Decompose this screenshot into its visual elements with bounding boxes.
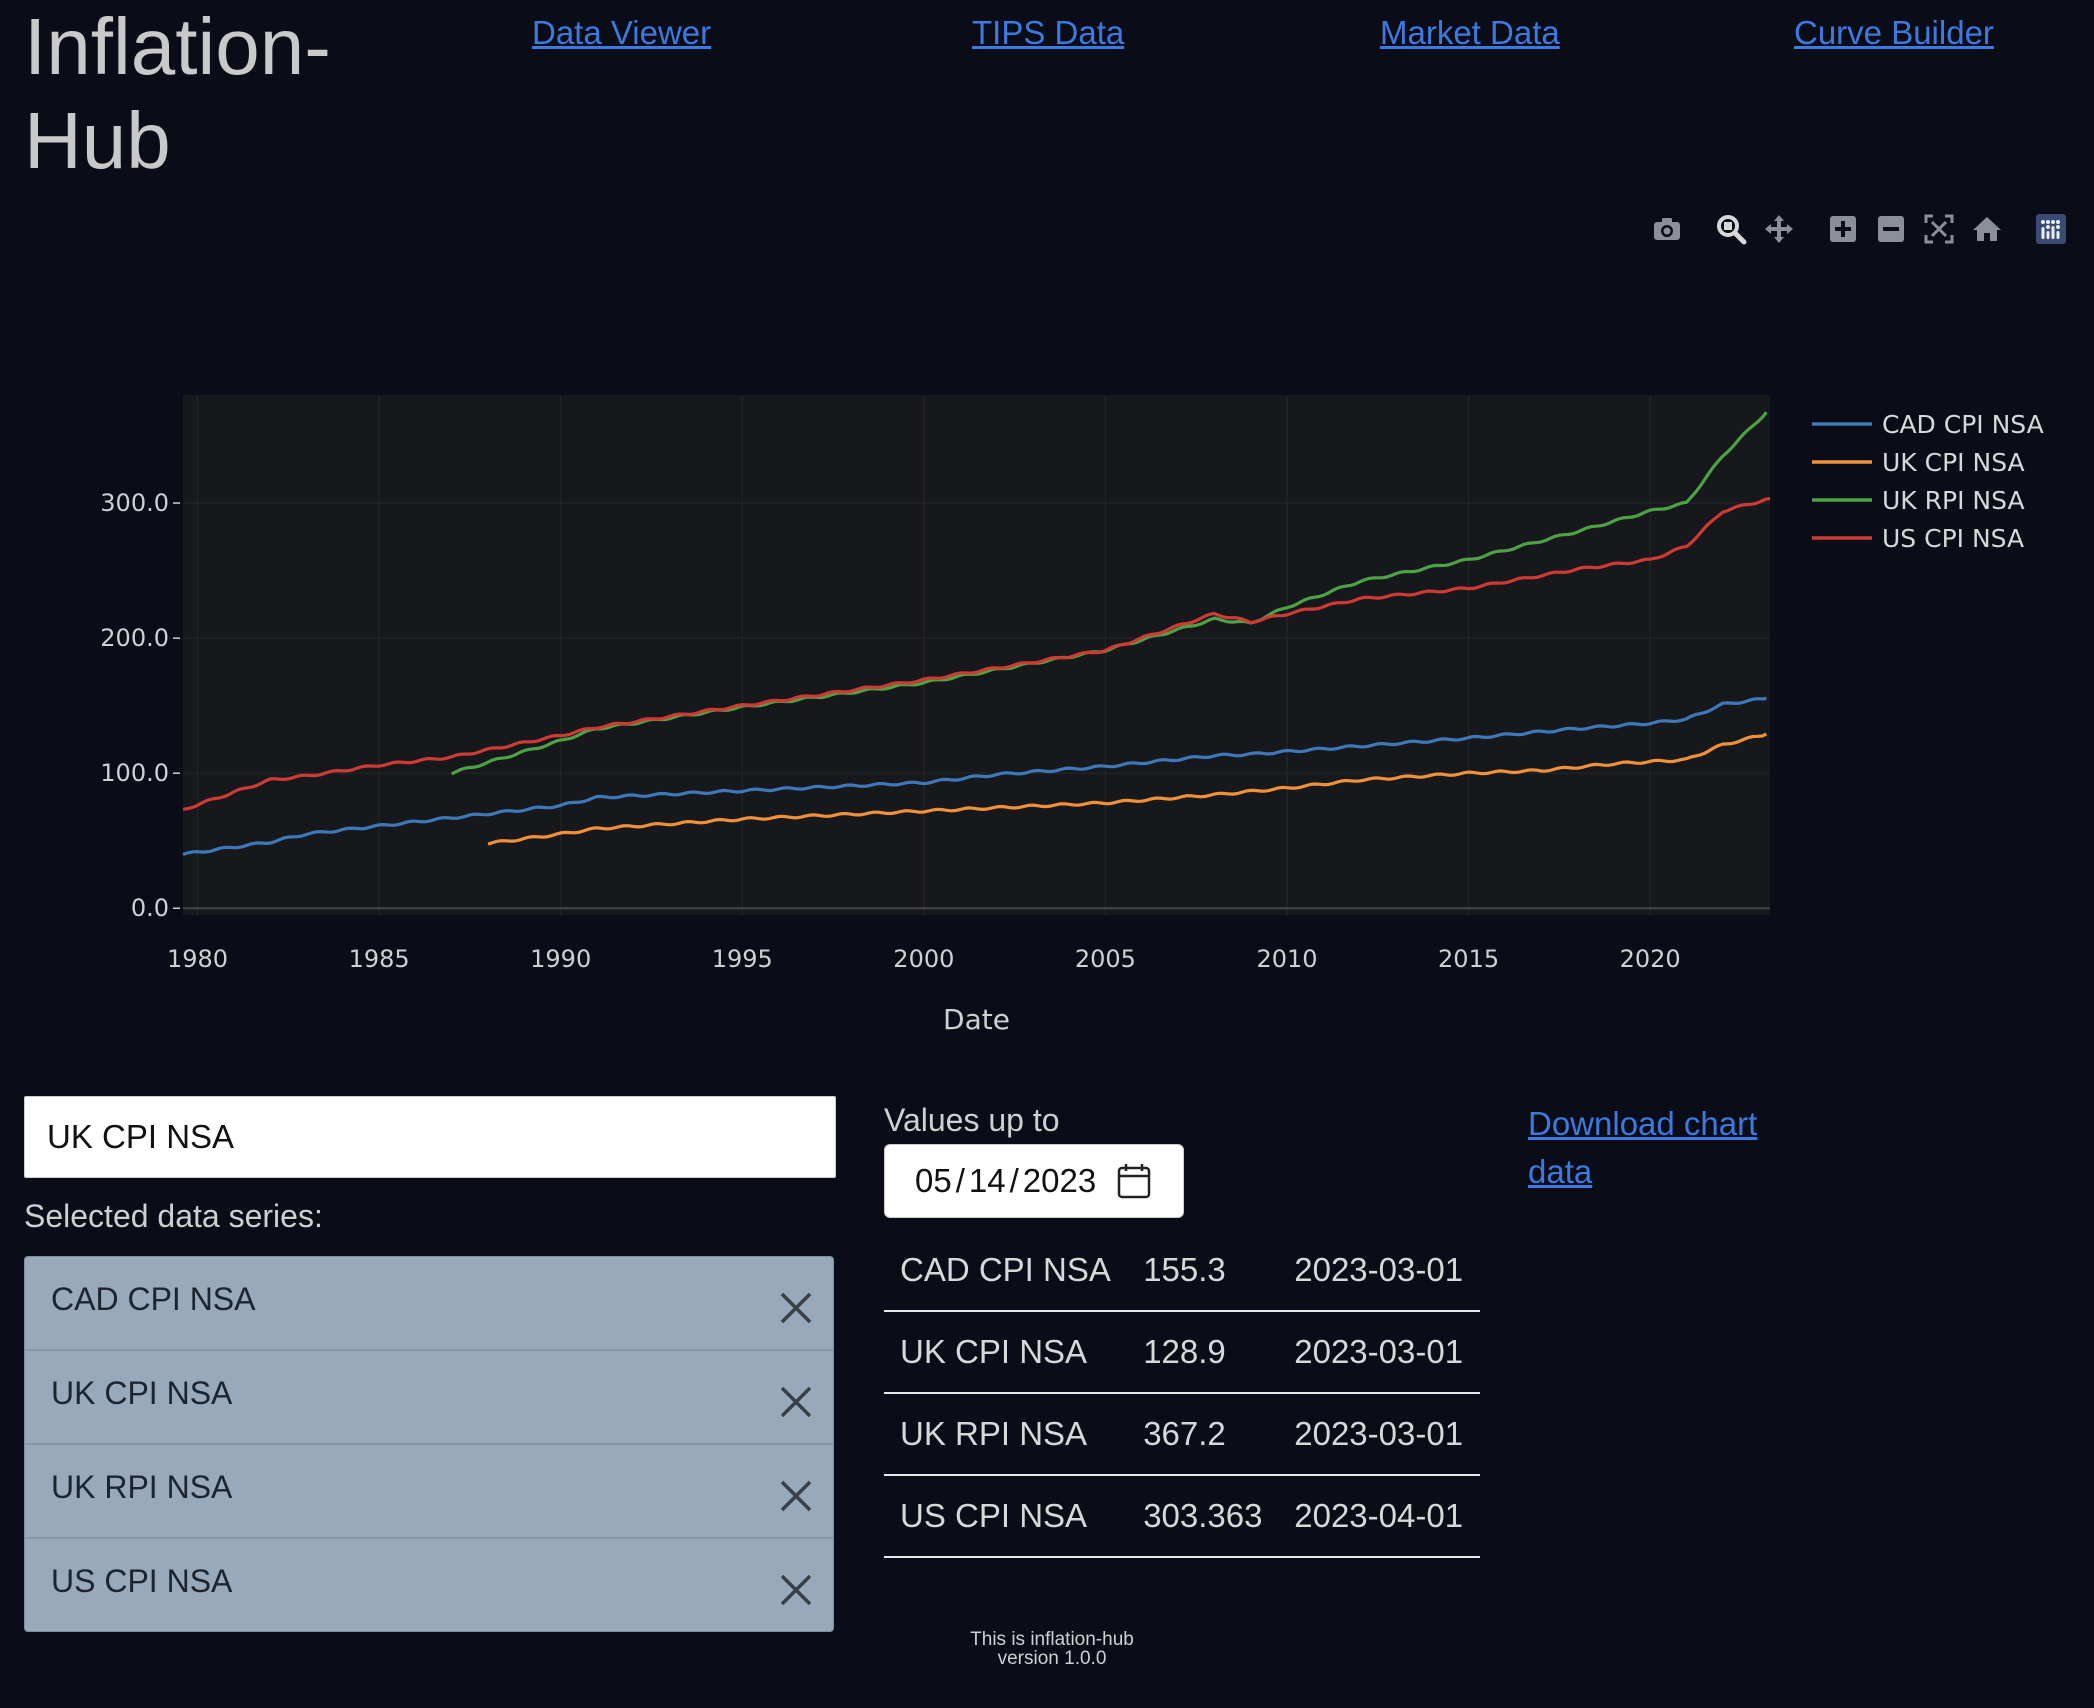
x-tick-label: 2015 <box>1438 945 1499 973</box>
table-row: UK RPI NSA 367.2 2023-03-01 <box>884 1393 1480 1476</box>
x-axis-title: Date <box>943 1003 1010 1036</box>
nav-curve-builder[interactable]: Curve Builder <box>1794 14 1994 52</box>
calendar-icon[interactable] <box>1117 1163 1151 1199</box>
x-tick-label: 1995 <box>712 945 773 973</box>
chart-svg: 1980 1985 1990 1995 2000 2005 2010 2015 2020 0.0 1… <box>100 395 2044 1036</box>
nav-tips-data[interactable]: TIPS Data <box>972 14 1124 52</box>
x-tick-label: 2000 <box>893 945 954 973</box>
nav-market-data[interactable]: Market Data <box>1380 14 1560 52</box>
zoom-out-icon[interactable] <box>1872 210 1910 248</box>
legend-label: UK CPI NSA <box>1882 448 2025 477</box>
selected-series-list: CAD CPI NSA UK CPI NSA UK RPI NSA US CPI… <box>24 1256 834 1632</box>
date-separator: / <box>955 1162 965 1199</box>
selected-series-label: Selected data series: <box>24 1198 323 1234</box>
legend-label: US CPI NSA <box>1882 524 2024 553</box>
camera-icon[interactable] <box>1648 210 1686 248</box>
date-cell: 2023-03-01 <box>1274 1230 1480 1312</box>
latest-values-table: CAD CPI NSA 155.3 2023-03-01 UK CPI NSA … <box>884 1230 1480 1558</box>
legend-label: UK RPI NSA <box>1882 486 2025 515</box>
series-item-label: CAD CPI NSA <box>51 1281 256 1317</box>
value-cell: 128.9 <box>1131 1311 1275 1394</box>
zoom-icon[interactable] <box>1712 210 1750 248</box>
table-row: CAD CPI NSA 155.3 2023-03-01 <box>884 1230 1480 1312</box>
x-tick-label: 1990 <box>530 945 591 973</box>
date-month[interactable]: 05 <box>915 1162 952 1200</box>
date-separator: / <box>1009 1162 1019 1199</box>
series-name-cell: CAD CPI NSA <box>884 1230 1132 1312</box>
table-row: UK CPI NSA 128.9 2023-03-01 <box>884 1311 1480 1394</box>
date-cell: 2023-03-01 <box>1274 1311 1480 1394</box>
selected-series-item: UK RPI NSA <box>25 1445 833 1539</box>
y-tick-label: 200.0 <box>100 624 169 652</box>
y-tick-label: 0.0 <box>131 894 169 922</box>
x-tick-label: 1985 <box>349 945 410 973</box>
value-cell: 367.2 <box>1131 1393 1275 1476</box>
autoscale-icon[interactable] <box>1920 210 1958 248</box>
x-tick-label: 1980 <box>167 945 228 973</box>
date-cell: 2023-04-01 <box>1274 1475 1480 1558</box>
plot-area <box>183 395 1770 915</box>
cpi-line-chart[interactable]: 1980 1985 1990 1995 2000 2005 2010 2015 2020 0.0 1… <box>0 380 2094 1040</box>
series-search-input[interactable]: UK CPI NSA <box>24 1096 836 1178</box>
y-tick-label: 300.0 <box>100 489 169 517</box>
plotly-logo-icon[interactable] <box>2032 210 2070 248</box>
date-picker-input[interactable]: 05 / 14 / 2023 <box>884 1144 1184 1218</box>
app: Inflation-Hub Data Viewer TIPS Data Mark… <box>0 0 2094 1708</box>
zoom-in-icon[interactable] <box>1824 210 1862 248</box>
footer-text: This is inflation-hub <box>970 1629 1134 1650</box>
series-name-cell: UK RPI NSA <box>884 1393 1132 1476</box>
series-name-cell: US CPI NSA <box>884 1475 1132 1558</box>
remove-series-icon[interactable] <box>779 1291 813 1325</box>
reset-axes-icon[interactable] <box>1968 210 2006 248</box>
value-cell: 303.363 <box>1131 1475 1275 1558</box>
series-item-label: UK CPI NSA <box>51 1375 233 1411</box>
app-title: Inflation-Hub <box>24 2 331 185</box>
date-year[interactable]: 2023 <box>1023 1162 1096 1200</box>
remove-series-icon[interactable] <box>779 1479 813 1513</box>
x-tick-label: 2010 <box>1256 945 1317 973</box>
date-day[interactable]: 14 <box>969 1162 1006 1200</box>
selected-series-item: UK CPI NSA <box>25 1351 833 1445</box>
table-row: US CPI NSA 303.363 2023-04-01 <box>884 1475 1480 1558</box>
x-tick-label: 2005 <box>1075 945 1136 973</box>
series-item-label: US CPI NSA <box>51 1563 233 1599</box>
values-up-to-label: Values up to <box>884 1102 1060 1138</box>
selected-series-item: US CPI NSA <box>25 1539 833 1633</box>
series-name-cell: UK CPI NSA <box>884 1311 1132 1394</box>
value-cell: 155.3 <box>1131 1230 1275 1312</box>
selected-series-item: CAD CPI NSA <box>25 1257 833 1351</box>
legend-label: CAD CPI NSA <box>1882 410 2044 439</box>
pan-icon[interactable] <box>1760 210 1798 248</box>
remove-series-icon[interactable] <box>779 1573 813 1607</box>
remove-series-icon[interactable] <box>779 1385 813 1419</box>
footer: This is inflation-hub version 1.0.0 <box>900 1630 1204 1668</box>
nav-data-viewer[interactable]: Data Viewer <box>532 14 711 52</box>
y-tick-label: 100.0 <box>100 759 169 787</box>
download-chart-data-link[interactable]: Download chart data <box>1528 1100 1788 1196</box>
x-tick-label: 2020 <box>1620 945 1681 973</box>
footer-version: version 1.0.0 <box>997 1648 1107 1669</box>
series-item-label: UK RPI NSA <box>51 1469 233 1505</box>
date-cell: 2023-03-01 <box>1274 1393 1480 1476</box>
